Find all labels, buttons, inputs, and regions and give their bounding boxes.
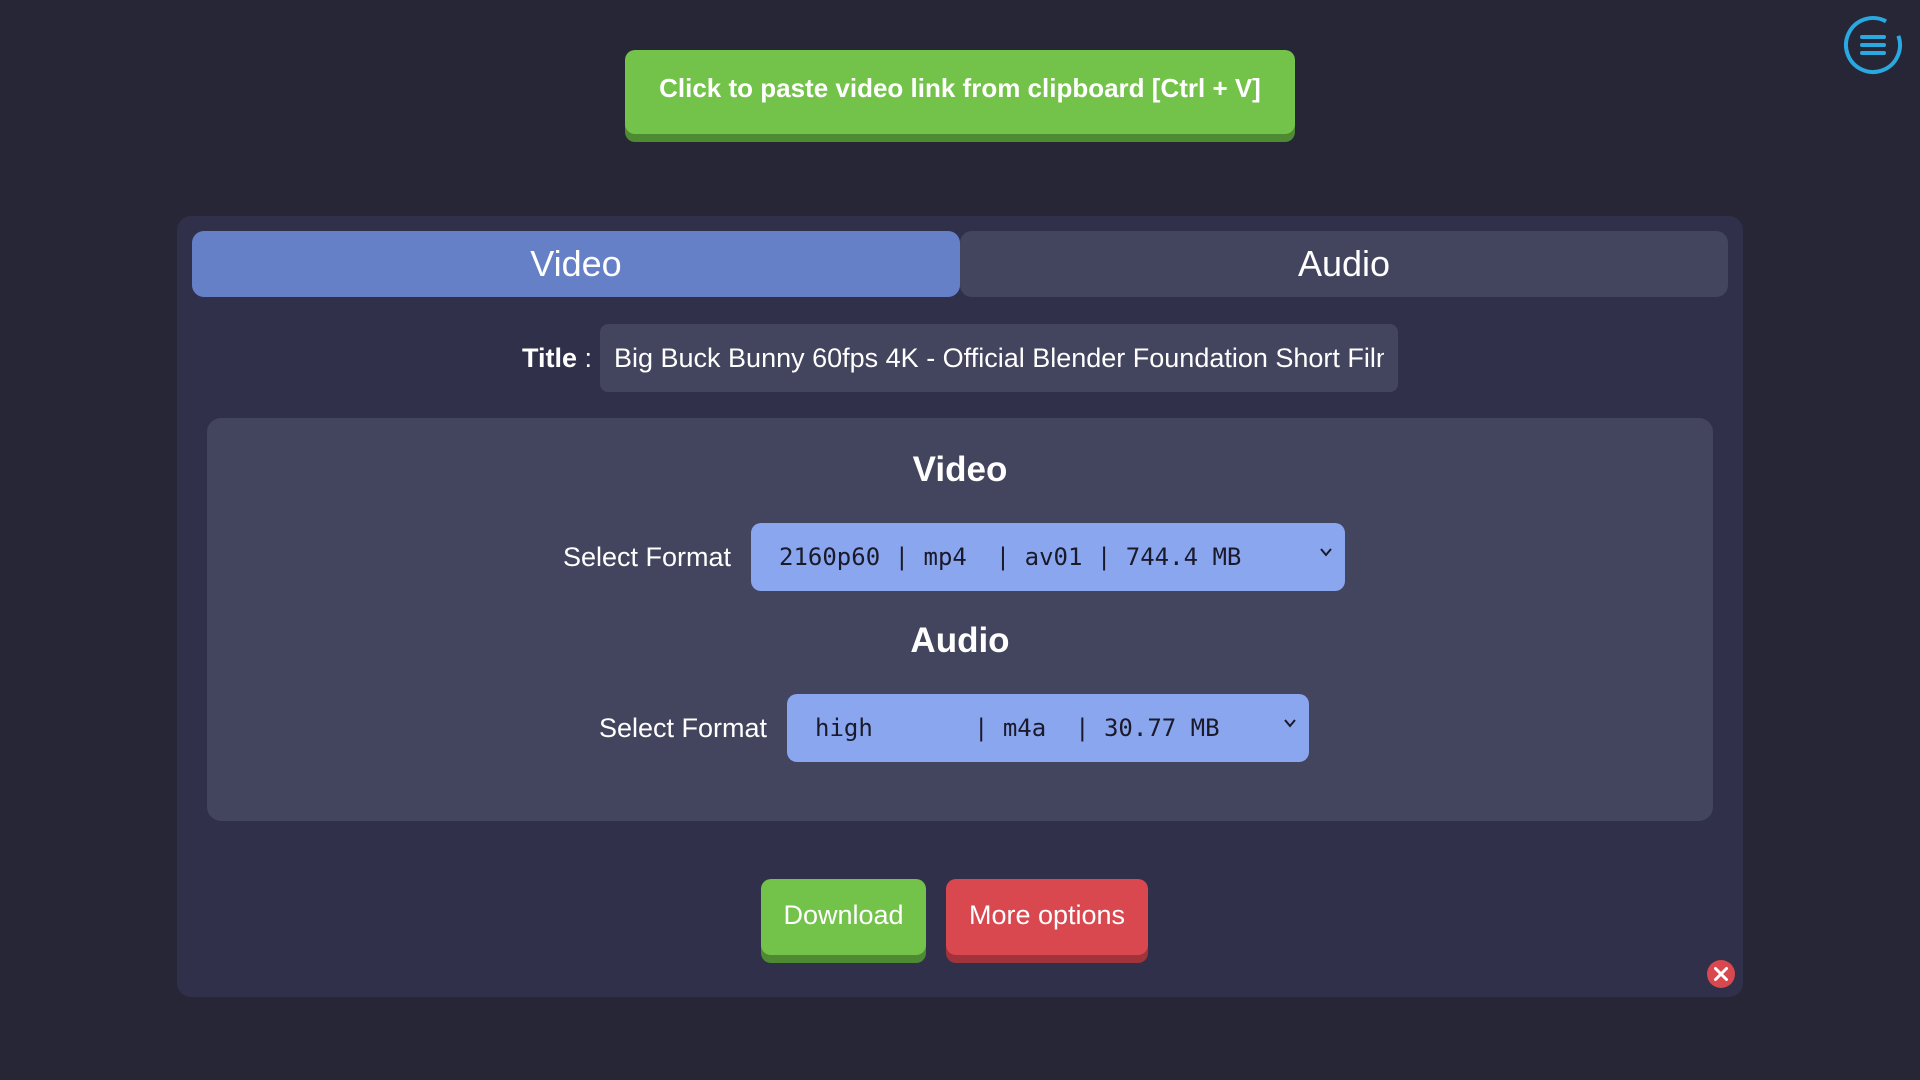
tab-video[interactable]: Video: [192, 231, 960, 297]
title-row: Title :: [177, 324, 1743, 392]
video-select-format-label: Select Format: [563, 542, 732, 572]
video-section-heading: Video: [912, 450, 1008, 489]
video-format-value: 2160p60 | mp4 | av01 | 744.4 MB: [779, 543, 1242, 571]
close-icon[interactable]: [1706, 959, 1736, 989]
audio-format-value: high | m4a | 30.77 MB: [815, 714, 1220, 742]
chevron-down-icon: [1284, 719, 1296, 728]
format-selection-box: Video Select Format 2160p60 | mp4 | av01…: [207, 418, 1713, 821]
title-label: Title :: [522, 324, 592, 392]
more-options-button[interactable]: More options: [946, 879, 1148, 955]
title-separator: :: [584, 343, 593, 373]
paste-link-button[interactable]: Click to paste video link from clipboard…: [625, 50, 1295, 134]
tab-audio[interactable]: Audio: [960, 231, 1728, 297]
download-button[interactable]: Download: [761, 879, 926, 955]
download-panel: Video Audio Title : Video Select Format …: [177, 216, 1743, 997]
title-label-text: Title: [522, 343, 578, 373]
video-format-select[interactable]: 2160p60 | mp4 | av01 | 744.4 MB: [751, 523, 1345, 591]
audio-format-select[interactable]: high | m4a | 30.77 MB: [787, 694, 1309, 762]
audio-select-format-label: Select Format: [599, 713, 768, 743]
chevron-down-icon: [1320, 548, 1332, 557]
title-input[interactable]: [600, 324, 1398, 392]
hamburger-menu-icon[interactable]: [1842, 14, 1904, 76]
audio-section-heading: Audio: [910, 621, 1010, 660]
tab-bar: Video Audio: [192, 231, 1728, 297]
